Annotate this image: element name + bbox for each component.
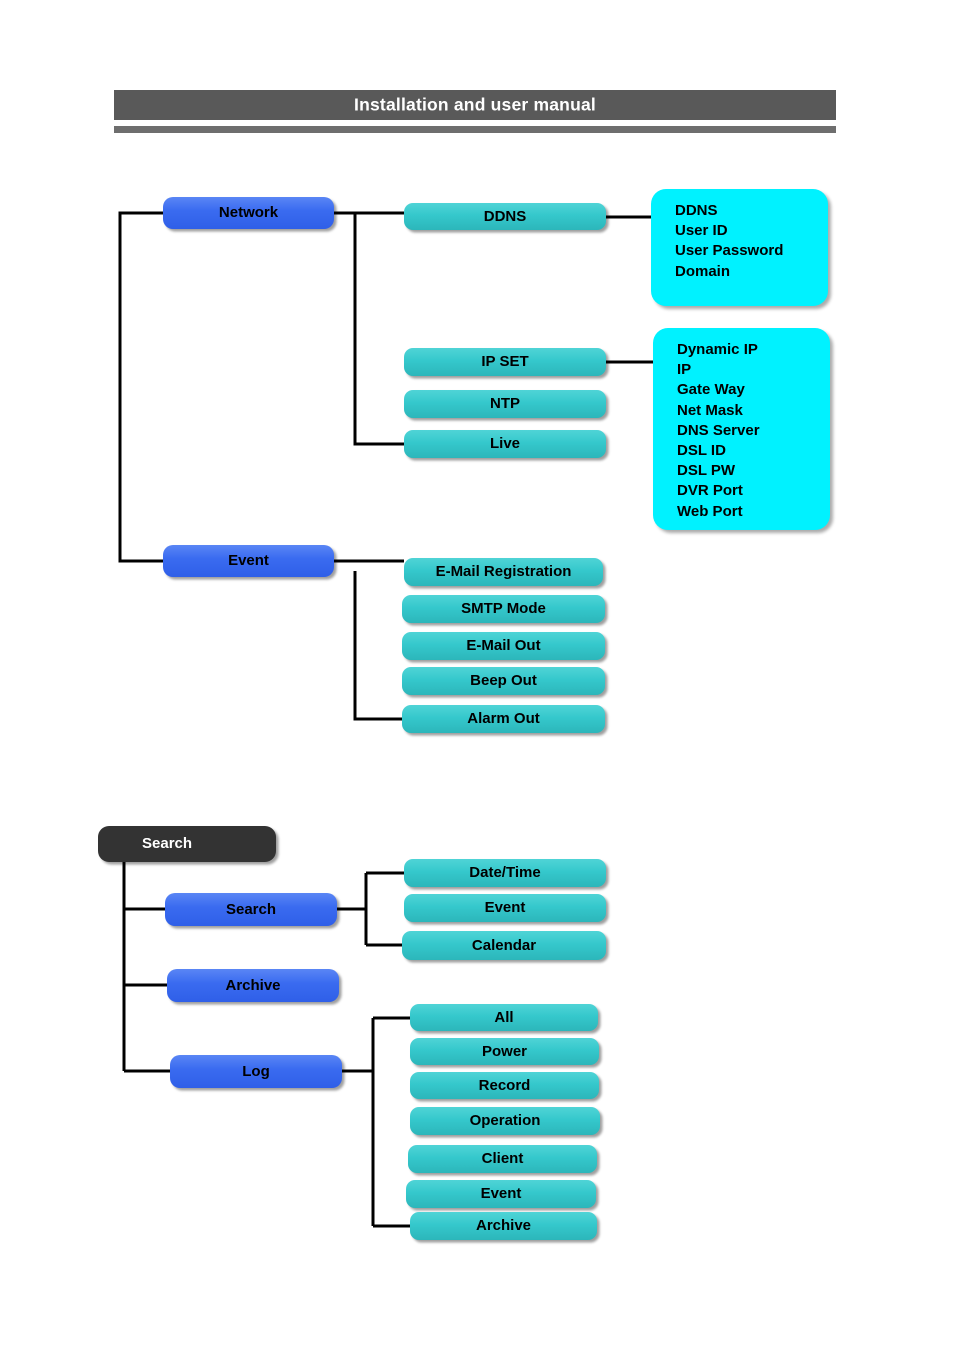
node-alarm-out[interactable]: Alarm Out	[402, 705, 605, 733]
ddns-detail-item: User Password	[675, 242, 784, 260]
node-log-event-label: Event	[480, 1185, 522, 1203]
ipset-detail-item: DSL ID	[677, 442, 726, 460]
node-event[interactable]: Event	[163, 545, 334, 577]
node-log-record-label: Record	[478, 1076, 531, 1094]
node-log-label: Log	[242, 1062, 270, 1080]
node-event-label: Event	[228, 552, 269, 570]
node-ntp-label: NTP	[490, 395, 520, 413]
node-log-power-label: Power	[481, 1042, 527, 1060]
node-log-event[interactable]: Event	[406, 1180, 596, 1208]
menu-tree-diagram: Network DDNS IP SET NTP Live DDNS User I…	[0, 0, 954, 1350]
node-log-all-label: All	[494, 1008, 514, 1026]
node-log-all[interactable]: All	[410, 1004, 598, 1031]
node-calendar[interactable]: Calendar	[402, 931, 606, 960]
ddns-detail-item: User ID	[675, 222, 728, 240]
node-network-label: Network	[218, 204, 279, 222]
node-beep-out-label: Beep Out	[470, 672, 537, 690]
node-date-time-label: Date/Time	[469, 864, 541, 882]
node-log-power[interactable]: Power	[410, 1038, 599, 1065]
ipset-detail-item: Web Port	[677, 502, 743, 520]
node-live[interactable]: Live	[404, 430, 606, 458]
node-live-label: Live	[489, 435, 520, 453]
ipset-detail-item: DSL PW	[677, 462, 736, 480]
node-ip-set[interactable]: IP SET	[404, 348, 606, 376]
node-log-client[interactable]: Client	[408, 1145, 597, 1173]
node-beep-out[interactable]: Beep Out	[402, 667, 605, 695]
node-log-record[interactable]: Record	[410, 1072, 599, 1099]
node-search-label: Search	[225, 900, 277, 918]
node-archive[interactable]: Archive	[167, 969, 339, 1002]
node-email-out-label: E-Mail Out	[466, 637, 541, 655]
node-date-time[interactable]: Date/Time	[404, 859, 606, 887]
ddns-detail-item: Domain	[675, 262, 731, 280]
node-log[interactable]: Log	[170, 1055, 342, 1088]
ipset-detail-item: IP	[677, 361, 692, 379]
node-search-root[interactable]: Search	[98, 826, 276, 862]
node-ddns[interactable]: DDNS	[404, 203, 606, 230]
node-ntp[interactable]: NTP	[404, 390, 606, 418]
ddns-detail-item: DDNS	[675, 202, 718, 219]
ipset-detail-item: Dynamic IP	[677, 341, 758, 358]
node-smtp-mode[interactable]: SMTP Mode	[402, 595, 605, 623]
node-email-out[interactable]: E-Mail Out	[402, 632, 605, 660]
node-log-operation[interactable]: Operation	[410, 1107, 600, 1135]
node-search[interactable]: Search	[165, 893, 337, 926]
node-search-event[interactable]: Event	[404, 894, 606, 922]
ipset-detail-item: Net Mask	[677, 401, 743, 419]
node-search-root-label: Search	[142, 835, 193, 853]
ipset-detail-item: DNS Server	[677, 421, 760, 439]
ipset-detail-item: DVR Port	[677, 482, 743, 500]
node-email-registration-label: E-Mail Registration	[435, 563, 572, 581]
ipset-detail-item: Gate Way	[677, 381, 745, 399]
node-log-client-label: Client	[481, 1150, 524, 1168]
node-archive-label: Archive	[225, 976, 281, 994]
node-log-archive[interactable]: Archive	[410, 1212, 597, 1240]
node-ip-set-label: IP SET	[481, 353, 529, 371]
node-network[interactable]: Network	[163, 197, 334, 229]
node-log-operation-label: Operation	[469, 1112, 541, 1130]
panel-ddns-details: DDNS User ID User Password Domain	[651, 189, 828, 306]
node-log-archive-label: Archive	[475, 1217, 532, 1235]
node-ddns-label: DDNS	[483, 207, 527, 225]
node-smtp-mode-label: SMTP Mode	[461, 600, 546, 618]
panel-ipset-details: Dynamic IP IP Gate Way Net Mask DNS Serv…	[653, 328, 830, 530]
node-email-registration[interactable]: E-Mail Registration	[404, 558, 603, 586]
node-calendar-label: Calendar	[471, 936, 537, 954]
node-search-event-label: Event	[484, 899, 526, 917]
node-alarm-out-label: Alarm Out	[467, 710, 540, 728]
